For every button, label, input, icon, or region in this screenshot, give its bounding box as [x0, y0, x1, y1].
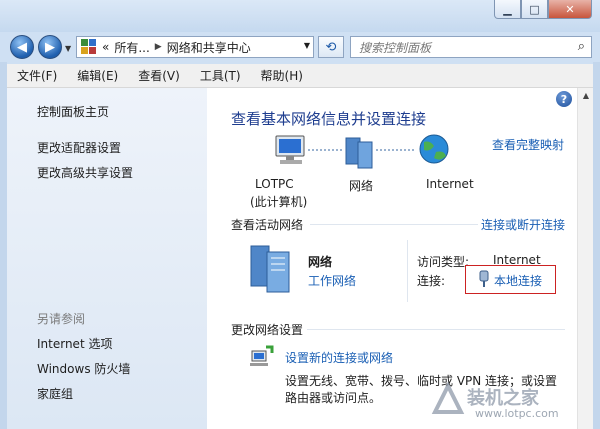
setup-description-2: 路由器或访问点。: [285, 391, 382, 405]
menu-bar: 文件(F) 编辑(E) 查看(V) 工具(T) 帮助(H): [7, 64, 593, 88]
scroll-up-icon[interactable]: ▲: [578, 88, 594, 104]
active-network-icon: [250, 245, 290, 293]
address-dropdown[interactable]: ▼: [304, 41, 310, 50]
menu-edit[interactable]: 编辑(E): [77, 67, 118, 84]
close-button[interactable]: ✕: [548, 0, 592, 19]
sidebar-item-internet-options[interactable]: Internet 选项: [37, 335, 112, 352]
active-networks-heading: 查看活动网络: [231, 218, 304, 232]
recent-pages-dropdown[interactable]: ▼: [65, 44, 71, 53]
back-button[interactable]: ◀: [10, 35, 34, 59]
network-map-graphic: [275, 134, 449, 169]
sidebar: 控制面板主页 更改适配器设置 更改高级共享设置 另请参阅 Internet 选项…: [7, 88, 207, 429]
section-divider-2: [307, 329, 565, 330]
change-settings-heading: 更改网络设置: [231, 323, 304, 337]
title-bar: ▁ □ ✕: [0, 0, 600, 32]
setup-connection-link[interactable]: 设置新的连接或网络: [285, 349, 393, 366]
map-pc-name: LOTPC: [255, 177, 294, 191]
sidebar-item-home[interactable]: 控制面板主页: [37, 103, 109, 120]
breadcrumb-all[interactable]: 所有...: [114, 39, 149, 56]
network-type-link[interactable]: 工作网络: [308, 272, 356, 289]
sidebar-item-homegroup[interactable]: 家庭组: [37, 385, 73, 402]
control-panel-icon: [81, 39, 97, 55]
menu-help[interactable]: 帮助(H): [261, 67, 303, 84]
minimize-button[interactable]: ▁: [494, 0, 521, 19]
local-connection-icon: [479, 270, 489, 287]
menu-tools[interactable]: 工具(T): [200, 67, 241, 84]
search-placeholder: 搜索控制面板: [359, 40, 432, 55]
internet-globe-icon: [419, 134, 449, 164]
connect-disconnect-link[interactable]: 连接或断开连接: [481, 216, 565, 233]
search-icon[interactable]: ⌕: [578, 39, 585, 54]
window-frame-right: [593, 62, 600, 429]
navigation-bar: ◀ ▶ ▼ « 所有... ▶ 网络和共享中心 ▼ ⟲ 搜索控制面板 ⌕: [0, 32, 600, 62]
map-internet-label: Internet: [426, 177, 474, 191]
local-connection-link[interactable]: 本地连接: [494, 272, 542, 289]
access-type-label: 访问类型:: [417, 255, 470, 269]
window-frame-left: [0, 62, 7, 429]
refresh-button[interactable]: ⟲: [318, 36, 344, 58]
see-also-heading: 另请参阅: [37, 312, 86, 326]
sidebar-item-adapter[interactable]: 更改适配器设置: [37, 139, 121, 156]
breadcrumb-network-center[interactable]: 网络和共享中心: [167, 39, 251, 56]
connection-label: 连接:: [417, 274, 446, 288]
vertical-divider: [407, 240, 408, 302]
breadcrumb-overflow[interactable]: «: [102, 40, 109, 54]
map-network-label: 网络: [349, 179, 374, 193]
breadcrumb-separator[interactable]: ▶: [155, 42, 162, 52]
site-watermark: 装机之家 www.lotpc.com: [425, 378, 585, 423]
full-map-link[interactable]: 查看完整映射: [492, 136, 564, 153]
sidebar-item-sharing[interactable]: 更改高级共享设置: [37, 164, 133, 181]
help-icon[interactable]: ?: [556, 91, 572, 107]
computer-icon: [275, 135, 305, 164]
section-divider: [310, 224, 478, 225]
maximize-button[interactable]: □: [521, 0, 548, 19]
search-input[interactable]: 搜索控制面板 ⌕: [350, 36, 592, 58]
watermark-url: www.lotpc.com: [475, 407, 559, 420]
menu-file[interactable]: 文件(F): [17, 67, 57, 84]
active-network-name: 网络: [308, 255, 333, 269]
forward-button[interactable]: ▶: [38, 35, 62, 59]
page-title: 查看基本网络信息并设置连接: [231, 110, 427, 128]
watermark-logo-icon: [431, 382, 465, 414]
network-icon: [345, 137, 373, 169]
menu-view[interactable]: 查看(V): [138, 67, 180, 84]
setup-connection-icon: [250, 345, 274, 366]
sidebar-item-firewall[interactable]: Windows 防火墙: [37, 360, 130, 377]
window-controls: ▁ □ ✕: [494, 0, 592, 19]
map-pc-subtitle: (此计算机): [250, 195, 308, 209]
address-bar[interactable]: « 所有... ▶ 网络和共享中心 ▼: [76, 36, 314, 58]
